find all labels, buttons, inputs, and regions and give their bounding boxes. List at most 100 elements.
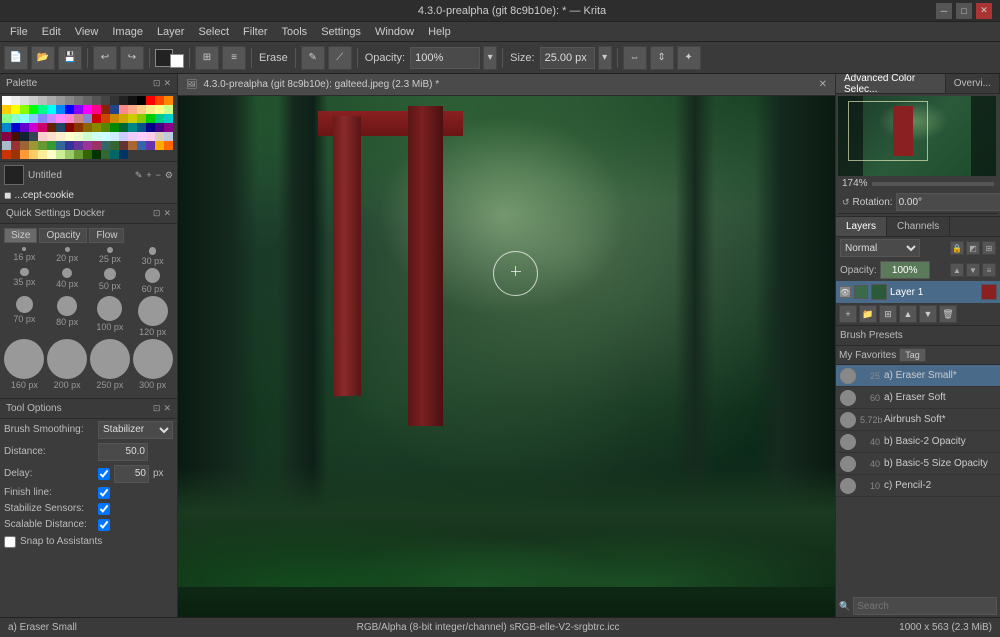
to-icon-1[interactable]: ⊡ (153, 403, 161, 414)
palette-color-cell[interactable] (38, 150, 47, 159)
brush-list-item[interactable]: 5.72bAirbrush Soft* (836, 409, 1000, 431)
palette-color-cell[interactable] (47, 150, 56, 159)
palette-color-cell[interactable] (29, 150, 38, 159)
palette-color-cell[interactable] (74, 105, 83, 114)
palette-color-cell[interactable] (128, 114, 137, 123)
palette-color-cell[interactable] (20, 123, 29, 132)
palette-color-cell[interactable] (146, 132, 155, 141)
palette-color-cell[interactable] (110, 132, 119, 141)
palette-color-cell[interactable] (119, 150, 128, 159)
rotation-input[interactable] (896, 193, 1000, 211)
layer-visibility-toggle[interactable]: 👁 (839, 286, 851, 298)
palette-color-cell[interactable] (2, 150, 11, 159)
palette-color-cell[interactable] (38, 141, 47, 150)
opacity-tab[interactable]: Opacity (39, 228, 87, 243)
palette-color-cell[interactable] (11, 105, 20, 114)
to-close-icon[interactable]: ✕ (163, 403, 171, 414)
palette-color-cell[interactable] (146, 123, 155, 132)
palette-color-cell[interactable] (38, 123, 47, 132)
redo-button[interactable]: ↪ (120, 46, 144, 70)
menu-item-view[interactable]: View (69, 24, 105, 40)
palette-color-cell[interactable] (146, 96, 155, 105)
palette-color-cell[interactable] (56, 141, 65, 150)
palette-color-cell[interactable] (110, 114, 119, 123)
palette-color-cell[interactable] (74, 114, 83, 123)
brush-size-cell[interactable]: 50 px (90, 268, 131, 294)
palette-color-cell[interactable] (74, 132, 83, 141)
brush-size-cell[interactable]: 20 px (47, 247, 88, 266)
palette-color-cell[interactable] (119, 96, 128, 105)
qs-icon-1[interactable]: ⊡ (153, 208, 161, 219)
save-button[interactable]: 💾 (58, 46, 82, 70)
palette-color-cell[interactable] (83, 123, 92, 132)
brush-list-item[interactable]: 10c) Pencil-2 (836, 475, 1000, 497)
palette-color-cell[interactable] (20, 105, 29, 114)
palette-color-cell[interactable] (29, 132, 38, 141)
delete-layer-btn[interactable]: 🗑 (939, 305, 957, 323)
palette-color-cell[interactable] (47, 96, 56, 105)
palette-color-cell[interactable] (128, 105, 137, 114)
new-button[interactable]: 📄 (4, 46, 28, 70)
palette-color-cell[interactable] (2, 96, 11, 105)
brush-size-cell[interactable]: 40 px (47, 268, 88, 294)
brush-size-cell[interactable]: 80 px (47, 296, 88, 337)
palette-color-cell[interactable] (137, 114, 146, 123)
tab-overview[interactable]: Overvi... (946, 74, 1000, 93)
tag-button[interactable]: Tag (899, 348, 926, 362)
palette-color-cell[interactable] (83, 150, 92, 159)
palette-color-cell[interactable] (101, 123, 110, 132)
palette-color-cell[interactable] (65, 105, 74, 114)
palette-color-cell[interactable] (137, 132, 146, 141)
brush-size-cell[interactable]: 35 px (4, 268, 45, 294)
size-input[interactable] (540, 47, 595, 69)
menu-item-help[interactable]: Help (422, 24, 457, 40)
palette-color-cell[interactable] (38, 96, 47, 105)
palette-color-cell[interactable] (29, 141, 38, 150)
palette-color-cell[interactable] (164, 96, 173, 105)
distance-input[interactable] (98, 443, 148, 461)
folder-btn[interactable]: 📁 (859, 305, 877, 323)
palette-color-cell[interactable] (47, 123, 56, 132)
brush-size-cell[interactable]: 100 px (90, 296, 131, 337)
blend-mode-select[interactable]: Normal (840, 239, 920, 257)
size-tab[interactable]: Size (4, 228, 37, 243)
opacity-dropdown[interactable]: ▾ (483, 46, 497, 70)
palette-color-cell[interactable] (119, 123, 128, 132)
palette-color-cell[interactable] (119, 105, 128, 114)
move-up-btn[interactable]: ▲ (899, 305, 917, 323)
palette-color-cell[interactable] (110, 150, 119, 159)
undo-button[interactable]: ↩ (93, 46, 117, 70)
palette-color-cell[interactable] (155, 114, 164, 123)
move-down-btn[interactable]: ▼ (919, 305, 937, 323)
down-arrow-icon[interactable]: ▼ (966, 263, 980, 277)
swatch-minus-button[interactable]: − (156, 170, 161, 180)
size-dropdown[interactable]: ▾ (598, 46, 612, 70)
palette-color-cell[interactable] (65, 132, 74, 141)
flow-tab[interactable]: Flow (89, 228, 124, 243)
delay-checkbox[interactable] (98, 468, 110, 480)
palette-color-cell[interactable] (38, 132, 47, 141)
palette-color-cell[interactable] (92, 114, 101, 123)
palette-color-cell[interactable] (101, 132, 110, 141)
palette-color-cell[interactable] (29, 96, 38, 105)
palette-color-cell[interactable] (65, 150, 74, 159)
palette-color-cell[interactable] (164, 132, 173, 141)
palette-color-cell[interactable] (164, 105, 173, 114)
palette-color-cell[interactable] (164, 141, 173, 150)
menu-item-settings[interactable]: Settings (315, 24, 367, 40)
lock-icon[interactable]: 🔒 (950, 241, 964, 255)
palette-color-cell[interactable] (11, 141, 20, 150)
brush-size-cell[interactable]: 16 px (4, 247, 45, 266)
palette-color-cell[interactable] (155, 123, 164, 132)
palette-color-cell[interactable] (29, 123, 38, 132)
palette-color-cell[interactable] (101, 96, 110, 105)
menu-item-filter[interactable]: Filter (237, 24, 273, 40)
palette-color-cell[interactable] (2, 132, 11, 141)
palette-color-cell[interactable] (65, 123, 74, 132)
palette-color-cell[interactable] (137, 105, 146, 114)
palette-color-cell[interactable] (155, 96, 164, 105)
snap-checkbox[interactable] (4, 536, 16, 548)
palette-color-cell[interactable] (83, 132, 92, 141)
menu-item-window[interactable]: Window (369, 24, 420, 40)
opacity-input[interactable] (410, 47, 480, 69)
